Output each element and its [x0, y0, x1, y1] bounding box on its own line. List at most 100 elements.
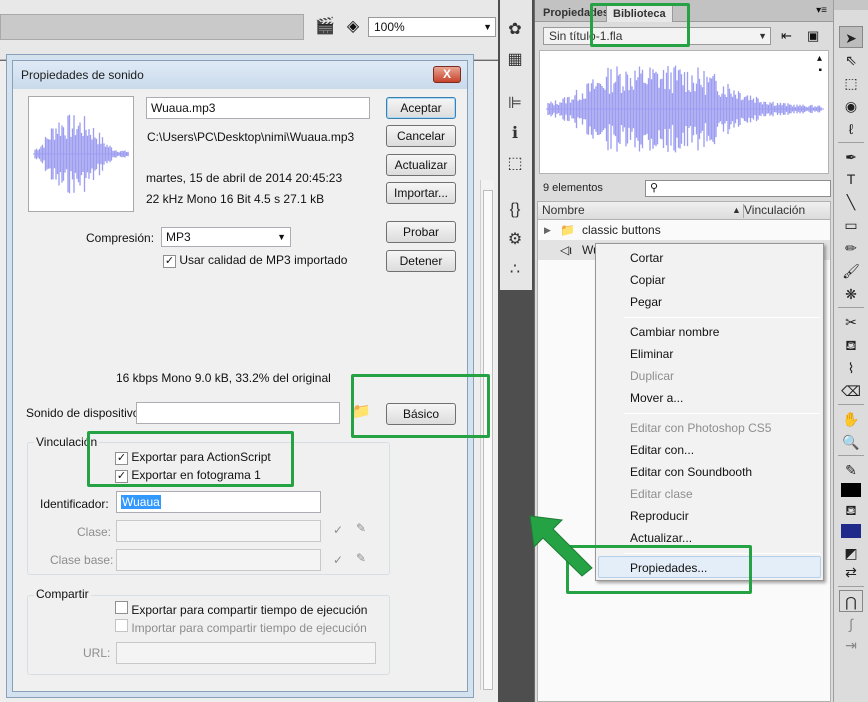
menu-item-copy[interactable]: Copiar: [630, 269, 665, 291]
accept-button[interactable]: Aceptar: [386, 97, 456, 119]
components-icon[interactable]: ⚙: [502, 228, 528, 252]
brush-tool-icon[interactable]: 🖌: [839, 260, 863, 282]
export-runtime-option[interactable]: Exportar para compartir tiempo de ejecuc…: [115, 601, 367, 617]
hand-tool-icon[interactable]: ✋: [839, 408, 863, 430]
identifier-field[interactable]: Wuaua: [116, 491, 321, 513]
subselection-tool-icon[interactable]: ⇖: [839, 49, 863, 71]
arrow-pointer-icon: [529, 515, 593, 577]
stop-button[interactable]: Detener: [386, 250, 456, 272]
pencil-icon[interactable]: ✎: [356, 551, 366, 565]
menu-item-move[interactable]: Mover a...: [630, 387, 683, 409]
search-icon: ⚲: [650, 182, 659, 194]
color-icon[interactable]: ✿: [502, 18, 528, 42]
stroke-swatch[interactable]: [839, 478, 863, 500]
check-icon[interactable]: ✓: [333, 523, 343, 537]
smooth-icon[interactable]: ∫: [839, 613, 863, 635]
menu-item-edit-soundbooth[interactable]: Editar con Soundbooth: [630, 461, 752, 483]
zoom-tool-icon[interactable]: 🔍: [839, 431, 863, 453]
filename-field[interactable]: Wuaua.mp3: [146, 97, 370, 119]
checkbox-checked-icon[interactable]: ✓: [163, 255, 176, 268]
scrollbar-thumb[interactable]: [483, 190, 493, 690]
panel-dock-strip: ✿ ▦ ⊫ ℹ ⬚ {} ⚙ ∴: [498, 0, 534, 702]
new-library-icon[interactable]: ▣: [807, 28, 819, 44]
menu-item-edit-with[interactable]: Editar con...: [630, 439, 694, 461]
file-path: C:\Users\PC\Desktop\nimi\Wuaua.mp3: [147, 130, 355, 144]
checkbox-icon[interactable]: [115, 619, 128, 632]
snap-magnet-icon[interactable]: ⋂: [839, 590, 863, 612]
test-button[interactable]: Probar: [386, 221, 456, 243]
url-field[interactable]: [116, 642, 376, 664]
menu-item-cut[interactable]: Cortar: [630, 247, 663, 269]
fill-swatch[interactable]: [839, 519, 863, 541]
text-tool-icon[interactable]: T: [839, 168, 863, 190]
waveform-icon: [33, 114, 129, 194]
panel-menu-icon[interactable]: ▾≡: [816, 5, 827, 16]
tools-separator: [838, 586, 864, 587]
highlight-box: [590, 3, 690, 47]
folder-icon: 📁: [560, 223, 575, 237]
play-icon[interactable]: ▴: [817, 53, 822, 64]
swap-colors-icon[interactable]: ⇄: [839, 561, 863, 583]
deco-tool-icon[interactable]: ❋: [839, 283, 863, 305]
sound-icon: ◁ι: [560, 243, 572, 257]
close-button[interactable]: X: [433, 66, 461, 83]
paint-bucket-icon[interactable]: ⛾: [839, 334, 863, 356]
compression-select[interactable]: MP3 ▼: [161, 227, 291, 247]
info-icon[interactable]: ℹ: [502, 122, 528, 146]
checkbox-icon[interactable]: [115, 601, 128, 614]
check-icon[interactable]: ✓: [333, 553, 343, 567]
menu-item-edit-class[interactable]: Editar clase: [630, 483, 693, 505]
menu-item-rename[interactable]: Cambiar nombre: [630, 321, 719, 343]
fill-color-icon[interactable]: ⛾: [839, 499, 863, 521]
mp3-quality-option[interactable]: ✓ Usar calidad de MP3 importado: [163, 253, 347, 268]
align-icon[interactable]: ▦: [502, 48, 528, 72]
file-date: martes, 15 de abril de 2014 20:45:23: [146, 171, 343, 185]
library-search[interactable]: ⚲: [645, 180, 831, 197]
pencil-tool-icon[interactable]: ✏: [839, 237, 863, 259]
pencil-icon[interactable]: ✎: [356, 521, 366, 535]
sound-properties-dialog: Propiedades de sonido X Wuaua.mp3 C:\Use…: [12, 60, 490, 692]
eraser-icon[interactable]: ⌫: [839, 380, 863, 402]
menu-separator: [624, 413, 820, 414]
column-linkage[interactable]: Vinculación: [744, 202, 805, 219]
code-icon[interactable]: {}: [502, 198, 528, 222]
edit-symbols-icon[interactable]: ◈: [340, 16, 366, 38]
edit-scene-icon[interactable]: 🎬: [312, 16, 338, 38]
3d-rotation-icon[interactable]: ◉: [839, 95, 863, 117]
list-item[interactable]: ▶ 📁 classic buttons: [538, 220, 830, 240]
import-button[interactable]: Importar...: [386, 182, 456, 204]
pin-icon[interactable]: ⇤: [781, 28, 792, 44]
pen-tool-icon[interactable]: ✒: [839, 146, 863, 168]
menu-item-delete[interactable]: Eliminar: [630, 343, 673, 365]
item-count: 9 elementos: [543, 182, 603, 194]
device-sound-field[interactable]: [136, 402, 340, 424]
line-tool-icon[interactable]: ╲: [839, 191, 863, 213]
sort-icon[interactable]: ▲: [732, 202, 741, 219]
url-label: URL:: [83, 646, 111, 660]
selection-tool-icon[interactable]: ➤: [839, 26, 863, 48]
rectangle-tool-icon[interactable]: ▭: [839, 214, 863, 236]
transform-icon[interactable]: ⬚: [502, 152, 528, 176]
distribute-icon[interactable]: ⊫: [502, 92, 528, 116]
lasso-icon[interactable]: ℓ: [839, 118, 863, 140]
class-field[interactable]: [116, 520, 321, 542]
menu-item-edit-photoshop[interactable]: Editar con Photoshop CS5: [630, 417, 771, 439]
column-name[interactable]: Nombre: [542, 202, 585, 219]
bone-tool-icon[interactable]: ✂: [839, 311, 863, 333]
menu-item-paste[interactable]: Pegar: [630, 291, 662, 313]
straighten-icon[interactable]: ⇥: [839, 634, 863, 656]
menu-item-play[interactable]: Reproducir: [630, 505, 689, 527]
eyedropper-icon[interactable]: ⌇: [839, 357, 863, 379]
import-runtime-option[interactable]: Importar para compartir tiempo de ejecuc…: [115, 619, 367, 635]
motion-icon[interactable]: ∴: [502, 258, 528, 282]
base-class-field[interactable]: [116, 549, 321, 571]
file-format: 22 kHz Mono 16 Bit 4.5 s 27.1 kB: [146, 192, 325, 206]
expand-arrow-icon[interactable]: ▶: [544, 220, 551, 240]
chevron-down-icon: ▼: [277, 232, 286, 242]
menu-item-duplicate[interactable]: Duplicar: [630, 365, 674, 387]
cancel-button[interactable]: Cancelar: [386, 125, 456, 147]
zoom-select[interactable]: 100% ▼: [368, 17, 496, 37]
update-button[interactable]: Actualizar: [386, 154, 456, 176]
stop-icon[interactable]: ▪: [818, 65, 822, 76]
free-transform-icon[interactable]: ⬚: [839, 72, 863, 94]
